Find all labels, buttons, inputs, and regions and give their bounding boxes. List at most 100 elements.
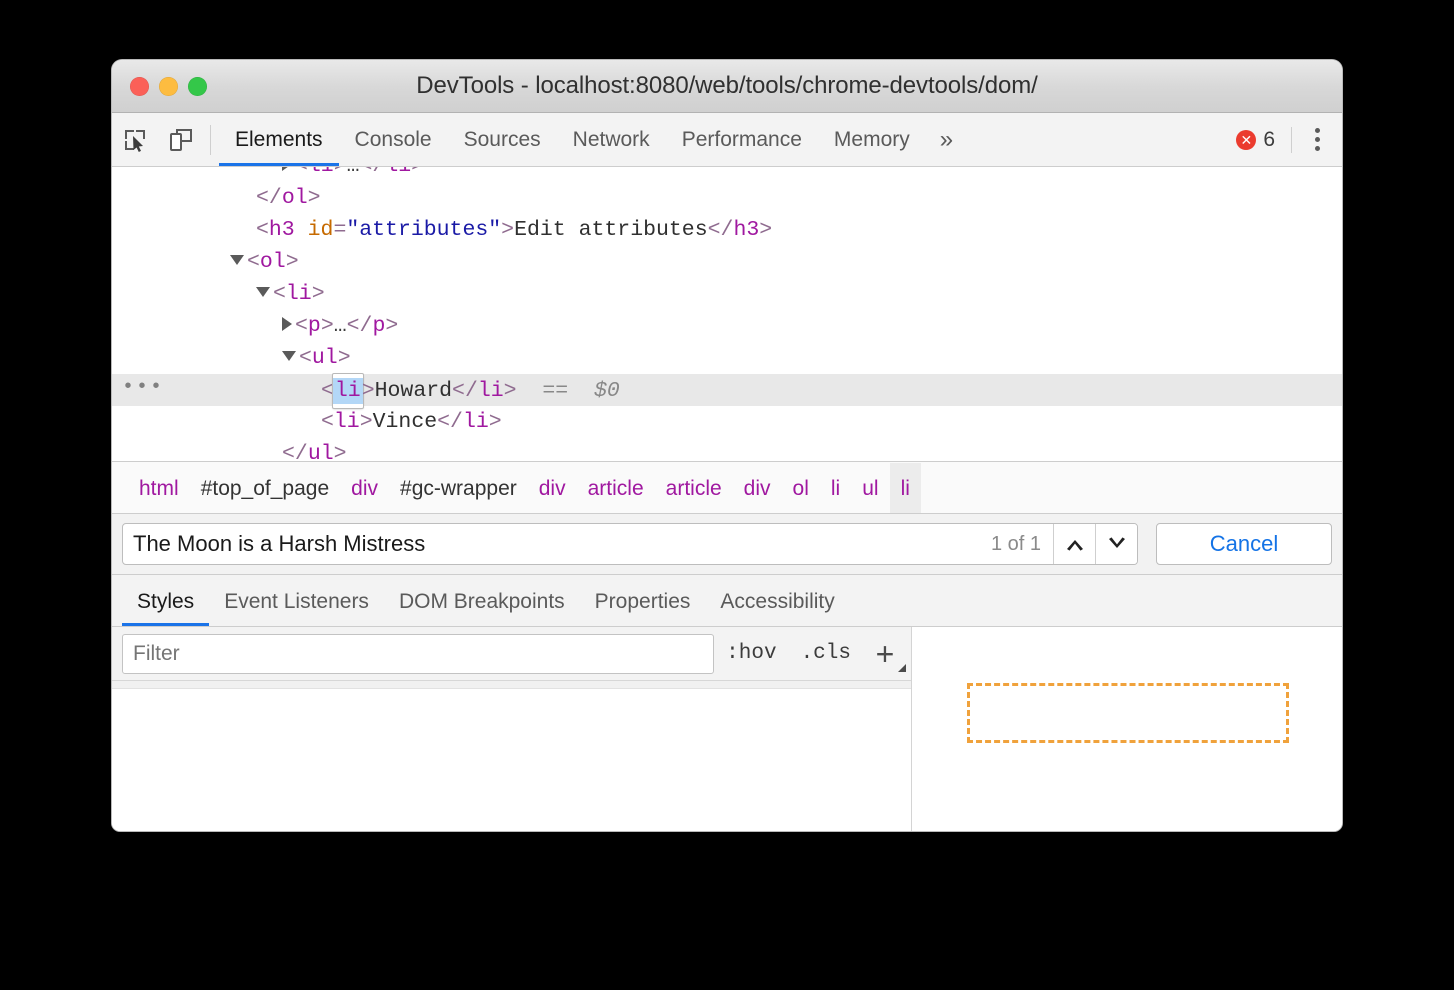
toolbar-divider-right xyxy=(1291,127,1292,153)
dom-search-bar: 1 of 1 Cancel xyxy=(112,514,1342,575)
tab-memory[interactable]: Memory xyxy=(818,113,926,166)
devtools-window: DevTools - localhost:8080/web/tools/chro… xyxy=(112,60,1342,831)
dom-token-tag: p xyxy=(308,314,321,338)
breadcrumb-item-topofpage[interactable]: #top_of_page xyxy=(190,463,340,513)
cancel-button[interactable]: Cancel xyxy=(1156,523,1332,565)
dom-token-punc: </ xyxy=(360,167,386,178)
box-model-diagram[interactable] xyxy=(967,683,1289,743)
more-tabs-icon[interactable]: » xyxy=(926,113,967,167)
styles-sidebar-tabs[interactable]: StylesEvent ListenersDOM BreakpointsProp… xyxy=(112,575,1342,627)
dom-token-tag: ol xyxy=(282,186,308,210)
tab-elements[interactable]: Elements xyxy=(219,113,339,166)
styles-rules-body[interactable] xyxy=(112,681,911,831)
search-input[interactable] xyxy=(123,531,979,557)
device-toolbar-icon[interactable] xyxy=(158,117,204,163)
styles-filter-input[interactable] xyxy=(122,634,714,674)
inspect-cursor-icon[interactable] xyxy=(112,117,158,163)
toolbar-divider xyxy=(210,125,211,155)
breadcrumb-item-article[interactable]: article xyxy=(655,463,733,513)
dom-tree[interactable]: <li>…</li></ol><h3 id="attributes">Edit … xyxy=(112,167,1342,462)
maximize-window-button[interactable] xyxy=(188,77,207,96)
breadcrumb-item-html[interactable]: html xyxy=(128,463,190,513)
minimize-window-button[interactable] xyxy=(159,77,178,96)
breadcrumb-item-div[interactable]: div xyxy=(528,463,577,513)
computed-metrics-pane xyxy=(912,627,1342,831)
search-prev-button[interactable] xyxy=(1053,524,1095,564)
dom-token-punc: > xyxy=(312,282,325,306)
sidebar-tab-event-listeners[interactable]: Event Listeners xyxy=(209,575,384,626)
breadcrumb-item-ol[interactable]: ol xyxy=(782,463,820,513)
dom-token-tag: li xyxy=(463,410,489,434)
dom-tree-row[interactable]: </ul> xyxy=(112,438,1342,462)
cls-toggle-button[interactable]: .cls xyxy=(789,642,863,665)
dom-token-punc: > xyxy=(308,186,321,210)
dom-token-punc: </ xyxy=(452,379,478,403)
dom-token-punc: </ xyxy=(708,218,734,242)
tab-network[interactable]: Network xyxy=(557,113,666,166)
collapse-triangle-icon[interactable] xyxy=(230,255,244,265)
dom-token-punc: < xyxy=(299,346,312,370)
breadcrumb-item-article[interactable]: article xyxy=(577,463,655,513)
dom-token-punc: > xyxy=(334,167,347,178)
dom-token-punc: > xyxy=(504,379,517,403)
dom-token-tag: li xyxy=(334,410,360,434)
collapse-triangle-icon[interactable] xyxy=(282,351,296,361)
dom-tree-row[interactable]: <li>Vince</li> xyxy=(112,406,1342,438)
expand-triangle-icon[interactable] xyxy=(282,167,292,171)
dom-token-punc: > xyxy=(489,410,502,434)
tab-sources[interactable]: Sources xyxy=(448,113,557,166)
tag-name-edit-field[interactable]: li xyxy=(333,374,363,408)
dom-tree-row-selected[interactable]: •••<li>Howard</li> == $0 xyxy=(112,374,1342,406)
dom-tree-row[interactable]: <ul> xyxy=(112,342,1342,374)
breadcrumb-item-div[interactable]: div xyxy=(340,463,389,513)
collapse-triangle-icon[interactable] xyxy=(256,287,270,297)
sidebar-tab-properties[interactable]: Properties xyxy=(580,575,706,626)
dom-token-tag: h3 xyxy=(733,218,759,242)
kebab-menu-icon[interactable] xyxy=(1298,120,1336,160)
expand-triangle-icon[interactable] xyxy=(282,317,292,331)
dom-token-punc: > xyxy=(759,218,772,242)
close-window-button[interactable] xyxy=(130,77,149,96)
sidebar-tab-styles[interactable]: Styles xyxy=(122,575,209,626)
breadcrumb-item-li[interactable]: li xyxy=(820,463,851,513)
dom-token-punc: < xyxy=(321,379,334,403)
dom-token-tag: li xyxy=(478,379,504,403)
dom-tree-row[interactable]: </ol> xyxy=(112,182,1342,214)
styles-scrollbar[interactable] xyxy=(112,681,911,689)
tab-performance[interactable]: Performance xyxy=(666,113,818,166)
breadcrumb-item-gc-wrapper[interactable]: #gc-wrapper xyxy=(389,463,528,513)
breadcrumb[interactable]: html#top_of_pagediv#gc-wrapperdivarticle… xyxy=(112,462,1342,514)
dom-token-txt: Edit attributes xyxy=(514,218,708,242)
dom-token-punc: </ xyxy=(437,410,463,434)
error-count: 6 xyxy=(1263,128,1275,152)
dom-tree-row[interactable]: <p>…</p> xyxy=(112,310,1342,342)
dom-token-tag: p xyxy=(372,314,385,338)
dom-token-punc: < xyxy=(256,218,269,242)
search-next-button[interactable] xyxy=(1095,524,1137,564)
hov-toggle-button[interactable]: :hov xyxy=(714,642,788,665)
dom-token-punc: < xyxy=(273,282,286,306)
dom-token-punc: > xyxy=(334,442,347,462)
dom-token-punc: > xyxy=(321,314,334,338)
row-overflow-dots-icon[interactable]: ••• xyxy=(122,374,164,406)
breadcrumb-item-div[interactable]: div xyxy=(733,463,782,513)
search-match-count: 1 of 1 xyxy=(979,533,1053,556)
dom-tree-row[interactable]: <li>…</li> xyxy=(112,167,1342,182)
dom-tree-row[interactable]: <ol> xyxy=(112,246,1342,278)
dom-tree-row[interactable]: <h3 id="attributes">Edit attributes</h3> xyxy=(112,214,1342,246)
error-circle-icon: ✕ xyxy=(1236,130,1256,150)
styles-filter-row: :hov .cls + xyxy=(112,627,911,681)
sidebar-tab-dom-breakpoints[interactable]: DOM Breakpoints xyxy=(384,575,580,626)
error-badge[interactable]: ✕ 6 xyxy=(1226,128,1285,152)
plus-glyph: + xyxy=(876,639,895,669)
dom-token-punc: < xyxy=(247,250,260,274)
breadcrumb-item-li[interactable]: li xyxy=(890,463,921,513)
window-controls xyxy=(130,77,207,96)
dom-token-punc: = xyxy=(333,218,346,242)
plus-icon[interactable]: + xyxy=(863,632,907,676)
dom-token-punc: > xyxy=(385,314,398,338)
dom-tree-row[interactable]: <li> xyxy=(112,278,1342,310)
sidebar-tab-accessibility[interactable]: Accessibility xyxy=(705,575,849,626)
breadcrumb-item-ul[interactable]: ul xyxy=(851,463,889,513)
tab-console[interactable]: Console xyxy=(339,113,448,166)
